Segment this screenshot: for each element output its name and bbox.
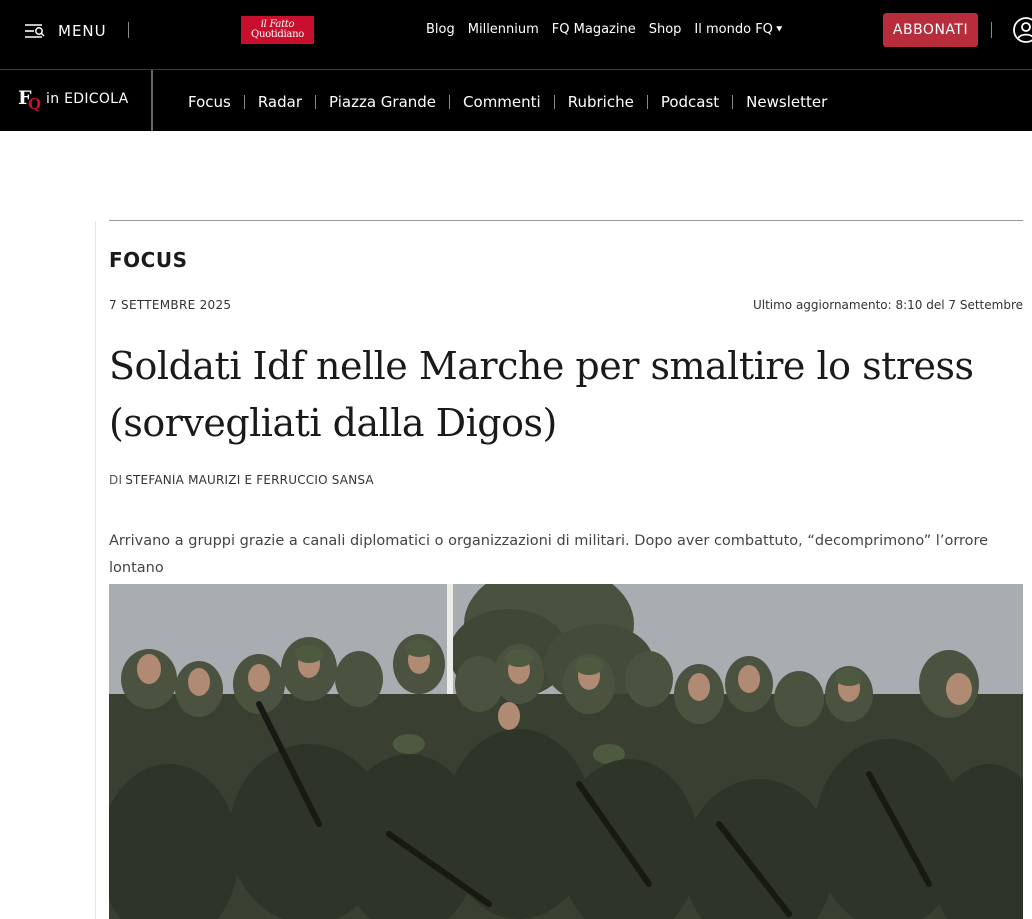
top-link-millennium[interactable]: Millennium [468,22,539,37]
article-headline: Soldati Idf nelle Marche per smaltire lo… [109,338,1019,452]
brand-text: in EDICOLA [46,91,129,107]
top-link-shop[interactable]: Shop [649,22,682,37]
article-standfirst: Arrivano a gruppi grazie a canali diplom… [109,532,989,576]
chevron-down-icon: ⯆ [774,23,784,36]
last-updated: Ultimo aggiornamento: 8:10 del 7 Settemb… [752,298,1023,312]
divider [732,95,734,109]
user-icon[interactable] [1012,16,1032,44]
headline-line1: Soldati Idf nelle Marche per smaltire lo… [109,344,974,388]
divider [553,95,555,109]
soldiers-photo-illustration [109,584,1023,919]
divider [646,95,648,109]
section-nav-items: Focus Radar Piazza Grande Commenti Rubri… [188,93,827,111]
divider [243,95,245,109]
column-rule [95,221,96,919]
nav-item-podcast[interactable]: Podcast [661,93,719,111]
nav-item-newsletter[interactable]: Newsletter [746,93,827,111]
section-label[interactable]: FOCUS [109,248,188,272]
byline-authors: STEFANIA MAURIZI E FERRUCCIO SANSA [125,473,374,487]
menu-icon [25,24,45,38]
menu-label: MENU [58,22,107,40]
publish-date: 7 SETTEMBRE 2025 [109,298,232,312]
top-link-fq-magazine[interactable]: FQ Magazine [552,22,636,37]
site-logo[interactable]: il Fatto Quotidiano [241,16,314,44]
top-link-blog[interactable]: Blog [426,22,455,37]
article-photo [109,584,1023,919]
divider [128,22,129,38]
headline-line2: (sorvegliati dalla Digos) [109,401,557,445]
section-nav: FQ in EDICOLA Focus Radar Piazza Grande … [0,70,1032,131]
divider [151,70,153,131]
nav-item-radar[interactable]: Radar [258,93,302,111]
nav-item-piazza-grande[interactable]: Piazza Grande [329,93,436,111]
nav-item-focus[interactable]: Focus [188,93,231,111]
nav-item-rubriche[interactable]: Rubriche [568,93,634,111]
divider [315,95,317,109]
subscribe-button[interactable]: ABBONATI [883,13,978,47]
logo-line2: Quotidiano [251,29,304,40]
menu-button[interactable]: MENU [24,19,107,43]
divider [449,95,451,109]
top-link-mondo-fq-label: Il mondo FQ [694,22,773,37]
top-links: Blog Millennium FQ Magazine Shop Il mond… [426,22,784,37]
fq-logo-icon: FQ [18,87,42,113]
article-top-rule [109,220,1023,221]
divider [991,22,992,38]
byline-prefix: DI [109,473,123,487]
nav-item-commenti[interactable]: Commenti [463,93,541,111]
top-bar: MENU il Fatto Quotidiano Blog Millennium… [0,0,1032,70]
fq-edicola-brand[interactable]: FQ in EDICOLA [18,87,129,113]
byline: DI STEFANIA MAURIZI E FERRUCCIO SANSA [109,473,374,487]
top-link-mondo-fq[interactable]: Il mondo FQ ⯆ [694,22,783,37]
